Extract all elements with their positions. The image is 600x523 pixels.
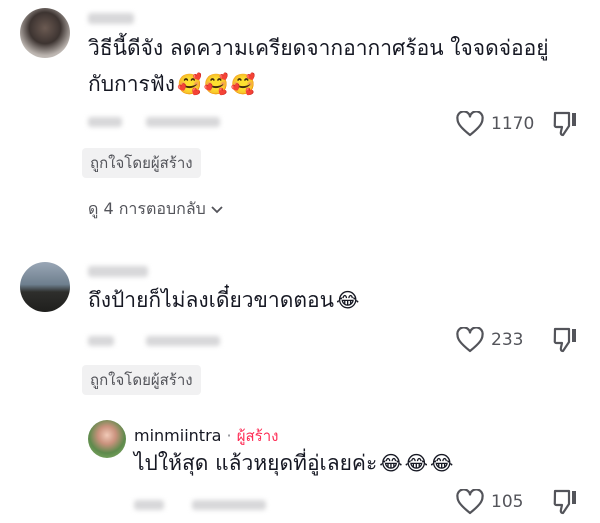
avatar[interactable] [20,8,70,58]
separator: · [226,426,232,445]
dislike-icon [553,327,576,353]
dislike-button[interactable] [552,110,578,138]
liked-by-creator-badge: ถูกใจโดยผู้สร้าง [82,365,201,395]
avatar[interactable] [20,262,70,312]
view-replies-label: ดู 4 การตอบกลับ [88,199,206,218]
heart-outline-icon [456,327,484,353]
like-count: 233 [491,330,524,350]
comment-text: ถึงป้ายก็ไม่ลงเดี๋ยวขาดตอน 😂 [88,284,359,316]
reply-link-blurred[interactable] [146,336,220,346]
like-count: 105 [491,492,524,512]
emoji: 🥰 [176,72,202,96]
reply-header: minmiintra · ผู้สร้าง [134,424,278,448]
emoji: 🥰 [230,72,256,96]
like-button[interactable] [456,489,484,515]
like-button[interactable] [456,111,484,137]
view-replies-button[interactable]: ดู 4 การตอบกลับ [88,197,224,222]
reply-link-blurred[interactable] [192,500,266,510]
avatar[interactable] [88,420,126,458]
emoji: 😂 [335,288,360,312]
emoji: 🥰 [203,72,229,96]
comment-text: วิธีนี้ดีจัง ลดความเครียดจากอากาศร้อน ใจ… [88,36,549,60]
date-blurred [134,500,164,510]
reply-link-blurred[interactable] [146,117,220,127]
dislike-icon [553,111,576,137]
dislike-button[interactable] [552,326,578,354]
comment-text-continued: กับการฟัง 🥰 🥰 🥰 [88,68,256,100]
dislike-icon [553,489,576,515]
username-blurred[interactable] [88,13,134,24]
username-blurred[interactable] [88,266,148,277]
dislike-button[interactable] [552,488,578,516]
heart-outline-icon [456,111,484,137]
heart-outline-icon [456,489,484,515]
reply-text: ไปให้สุด แล้วหยุดที่อู่เลยค่ะ 😂 😂 😂 [134,447,453,479]
emoji: 😂 [429,451,454,475]
like-count: 1170 [491,114,535,134]
date-blurred [88,336,114,346]
like-button[interactable] [456,327,484,353]
emoji: 😂 [379,451,403,475]
date-blurred [88,117,122,127]
emoji: 😂 [404,451,428,475]
liked-by-creator-badge: ถูกใจโดยผู้สร้าง [82,148,201,178]
chevron-down-icon [211,205,223,213]
reply-username[interactable]: minmiintra [134,426,221,445]
creator-tag: ผู้สร้าง [236,427,279,445]
